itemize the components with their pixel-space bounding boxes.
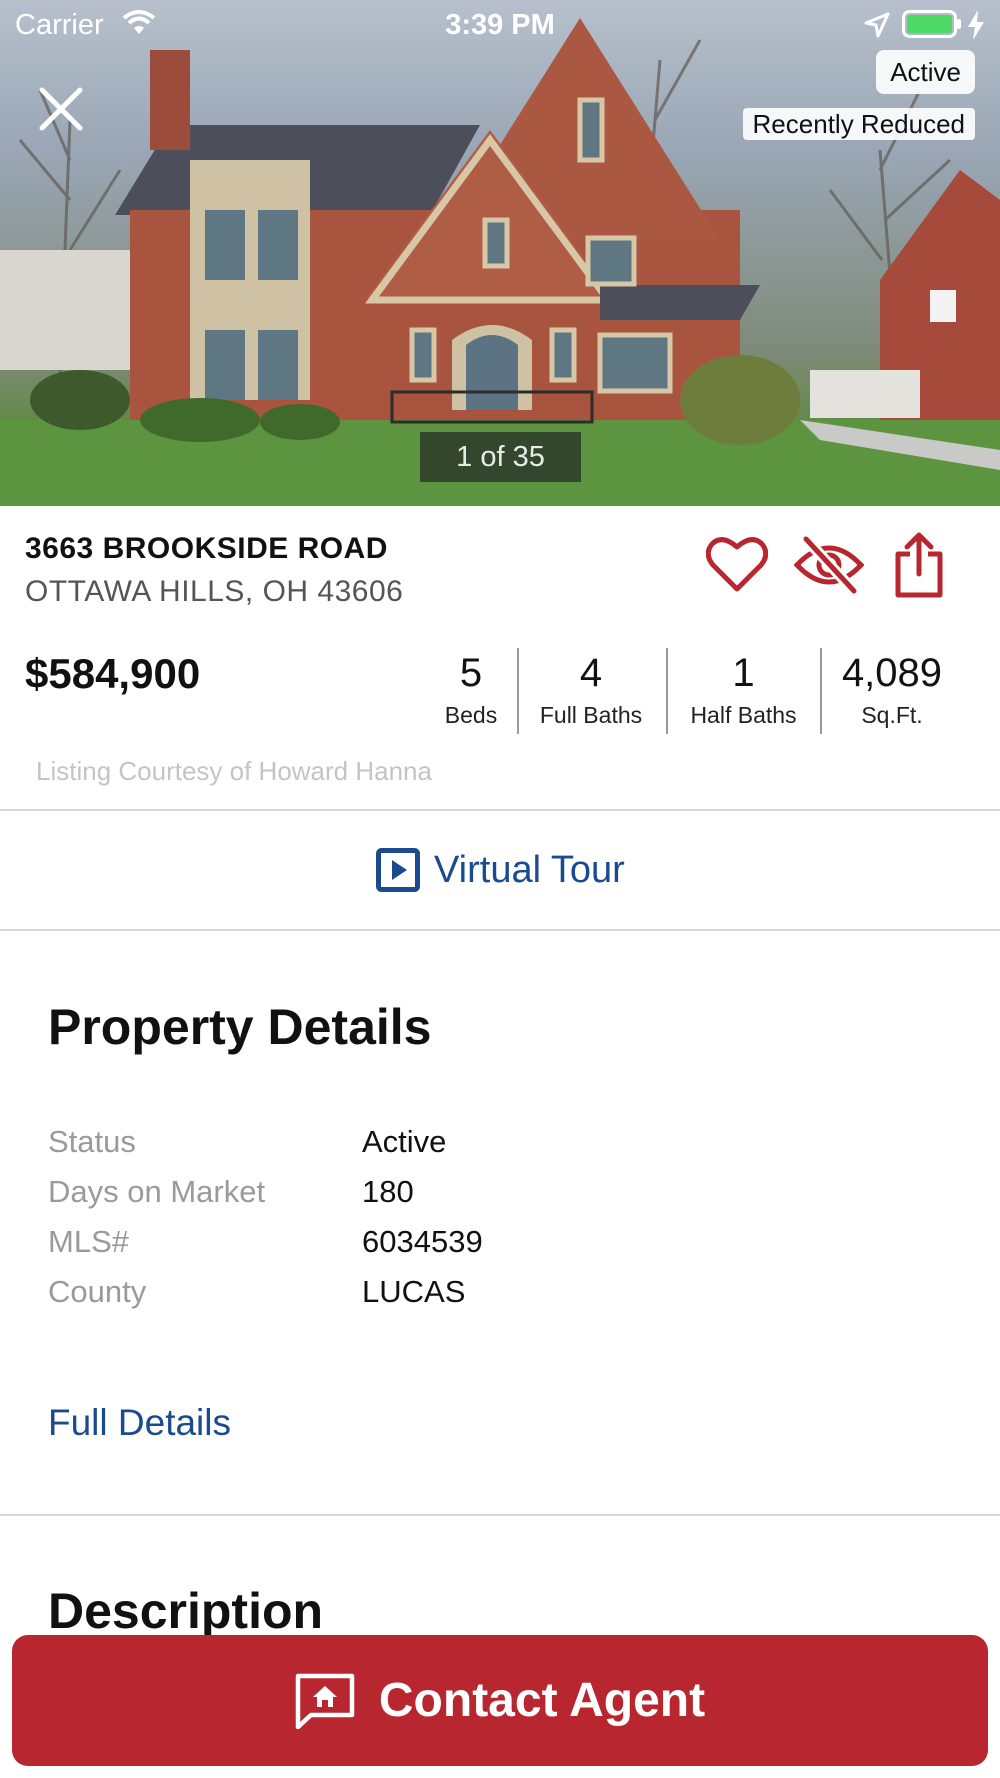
photo-counter: 1 of 35 [420,432,581,482]
stat-divider [517,648,519,734]
detail-row-county: County LUCAS [48,1274,948,1324]
stat-label: Sq.Ft. [861,702,923,728]
stat-divider [820,648,822,734]
full-details-link[interactable]: Full Details [48,1402,231,1444]
detail-row-mls: MLS# 6034539 [48,1224,948,1274]
detail-value: Active [362,1124,447,1159]
share-icon[interactable] [894,532,944,598]
clock: 3:39 PM [445,9,555,41]
address-street: 3663 BROOKSIDE ROAD [25,532,388,565]
detail-key: Days on Market [48,1174,266,1209]
stat-full-baths: 4 Full Baths [526,650,656,729]
address-city: OTTAWA HILLS, OH 43606 [25,575,404,608]
detail-row-days-on-market: Days on Market 180 [48,1174,948,1224]
virtual-tour-label: Virtual Tour [434,848,625,891]
detail-row-status: Status Active [48,1124,948,1174]
stat-label: Beds [444,702,498,728]
listing-price: $584,900 [25,650,201,697]
contact-agent-label: Contact Agent [378,1674,706,1727]
stat-label: Half Baths [690,702,797,728]
divider [0,1514,1000,1516]
property-photo[interactable]: Carrier 3:39 PM Active Recently Reduced … [0,0,1000,506]
battery-icon [902,10,961,38]
charging-bolt-icon [968,10,984,40]
virtual-tour-content: Virtual Tour [376,847,625,893]
description-heading: Description [48,1583,324,1639]
stat-value: 1 [732,651,755,695]
divider [0,929,1000,931]
stat-value: 4 [579,651,603,695]
stat-value: 4,089 [841,651,943,695]
contact-agent-button[interactable]: Contact Agent [12,1635,988,1766]
detail-key: Status [48,1124,136,1159]
stat-sqft: 4,089 Sq.Ft. [830,650,954,729]
message-home-icon [295,1673,355,1729]
detail-value: 6034539 [362,1224,483,1259]
stat-label: Full Baths [539,702,643,728]
house-photo-illustration [0,18,1000,506]
listing-courtesy: Listing Courtesy of Howard Hanna [36,756,432,786]
location-arrow-icon [864,12,890,38]
status-badge: Active [876,50,975,94]
stat-beds: 5 Beds [432,650,510,729]
stat-half-baths: 1 Half Baths [676,650,811,729]
heart-icon[interactable] [706,535,768,593]
detail-value: LUCAS [362,1274,466,1309]
detail-key: MLS# [48,1224,129,1259]
stat-value: 5 [459,651,483,695]
play-icon [376,848,420,892]
detail-key: County [48,1274,147,1309]
property-details-heading: Property Details [48,999,432,1055]
detail-value: 180 [362,1174,414,1209]
status-bar: Carrier 3:39 PM [0,0,1000,50]
eye-slash-icon[interactable] [794,535,864,595]
close-icon[interactable] [38,86,84,132]
virtual-tour-button[interactable]: Virtual Tour [0,811,1000,929]
price-reduced-badge: Recently Reduced [742,108,975,140]
stat-divider [666,648,668,734]
